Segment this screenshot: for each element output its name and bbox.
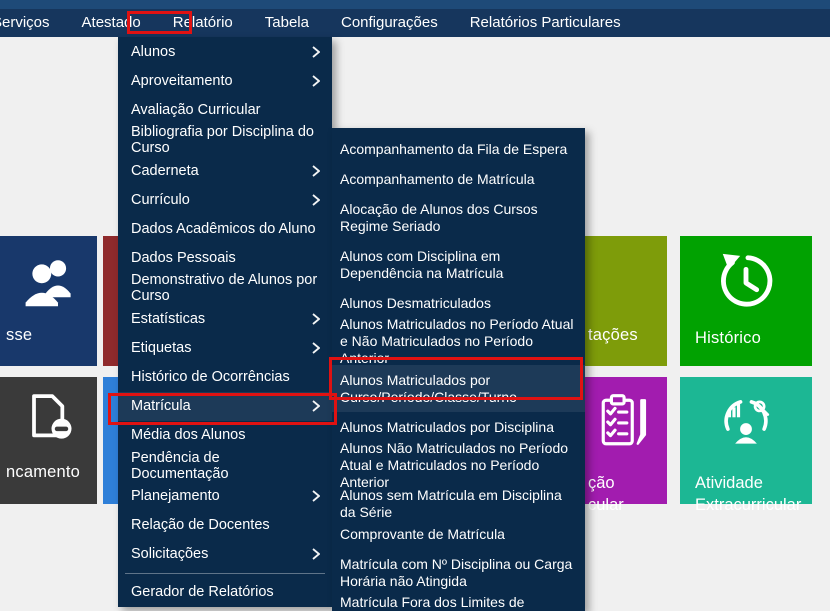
menu-item-etiquetas[interactable]: Etiquetas <box>118 334 332 363</box>
menu-item-avaliacao-curricular[interactable]: Avaliação Curricular <box>118 95 332 124</box>
menu-item-bibliografia[interactable]: Bibliografia por Disciplina do Curso <box>118 124 332 156</box>
relatorio-menu: Alunos Aproveitamento Avaliação Curricul… <box>118 37 332 607</box>
tile-avaliacao-label-line2: cular <box>588 494 624 516</box>
menu-item-matricula[interactable]: Matrícula <box>118 392 332 421</box>
submenu-item-alocacao-regime-seriado[interactable]: Alocação de Alunos dos Cursos Regime Ser… <box>332 194 585 241</box>
tile-historico-label: Histórico <box>695 329 761 348</box>
submenu-item-desmatriculados[interactable]: Alunos Desmatriculados <box>332 288 585 318</box>
menubar-item-atestado[interactable]: Atestado <box>74 9 149 37</box>
submenu-item-matriculados-atual-nao-anterior[interactable]: Alunos Matriculados no Período Atual e N… <box>332 318 585 365</box>
menu-item-curriculo[interactable]: Currículo <box>118 185 332 214</box>
submenu-item-fila-espera[interactable]: Acompanhamento da Fila de Espera <box>332 134 585 164</box>
menubar-item-relatorio[interactable]: Relatório <box>165 9 241 37</box>
chevron-right-icon <box>312 342 320 354</box>
matricula-submenu: Acompanhamento da Fila de Espera Acompan… <box>332 128 585 611</box>
chevron-right-icon <box>312 490 320 502</box>
chevron-right-icon <box>312 400 320 412</box>
menu-item-gerador-relatorios[interactable]: Gerador de Relatórios <box>118 578 332 607</box>
app-window: Serviços Atestado Relatório Tabela Confi… <box>0 0 830 611</box>
menubar-item-relatorios-particulares[interactable]: Relatórios Particulares <box>462 9 629 37</box>
tile-classe[interactable]: sse <box>0 236 97 366</box>
menu-item-alunos[interactable]: Alunos <box>118 37 332 66</box>
submenu-item-sem-matricula-serie[interactable]: Alunos sem Matrícula em Disciplina da Sé… <box>332 489 585 519</box>
menu-item-media-alunos[interactable]: Média dos Alunos <box>118 421 332 450</box>
menu-item-demonstrativo[interactable]: Demonstrativo de Alunos por Curso <box>118 272 332 304</box>
menu-item-planejamento[interactable]: Planejamento <box>118 482 332 511</box>
submenu-item-carga-horaria-nao-atingida[interactable]: Matrícula com Nº Disciplina ou Carga Hor… <box>332 549 585 596</box>
window-title-strip <box>0 0 830 9</box>
people-icon <box>20 254 78 313</box>
menubar-item-configuracoes[interactable]: Configurações <box>333 9 446 37</box>
tile-solicitacoes[interactable]: tações <box>585 236 667 366</box>
tile-classe-label: sse <box>6 326 32 345</box>
chevron-right-icon <box>312 194 320 206</box>
submenu-item-disciplina-dependencia[interactable]: Alunos com Disciplina em Dependência na … <box>332 241 585 288</box>
submenu-item-acompanhamento-matricula[interactable]: Acompanhamento de Matrícula <box>332 164 585 194</box>
tile-atividade-label-line1: Atividade <box>695 472 763 494</box>
menu-item-solicitacoes[interactable]: Solicitações <box>118 540 332 569</box>
submenu-item-matriculados-disciplina[interactable]: Alunos Matriculados por Disciplina <box>332 412 585 442</box>
chevron-right-icon <box>312 548 320 560</box>
tile-historico[interactable]: Histórico <box>680 236 812 366</box>
submenu-item-matriculados-curso-periodo-classe-turno[interactable]: Alunos Matriculados por Curso/Período/Cl… <box>332 365 585 412</box>
menu-item-aproveitamento[interactable]: Aproveitamento <box>118 66 332 95</box>
submenu-item-comprovante[interactable]: Comprovante de Matrícula <box>332 519 585 549</box>
tile-fragment-blue[interactable] <box>103 377 118 504</box>
tile-avaliacao-curricular[interactable]: ção cular <box>585 377 667 504</box>
tile-cancelamento-label: ncamento <box>6 463 80 482</box>
history-icon <box>715 250 777 317</box>
menu-item-caderneta[interactable]: Caderneta <box>118 156 332 185</box>
tile-atividade-extracurricular[interactable]: Atividade Extracurricular <box>680 377 812 504</box>
menu-item-relacao-docentes[interactable]: Relação de Docentes <box>118 511 332 540</box>
menubar-item-tabela[interactable]: Tabela <box>257 9 317 37</box>
chevron-right-icon <box>312 75 320 87</box>
chevron-right-icon <box>312 46 320 58</box>
tile-atividade-label-line2: Extracurricular <box>695 494 801 516</box>
document-minus-icon <box>22 392 76 447</box>
menu-separator <box>125 573 325 574</box>
menu-item-dados-academicos[interactable]: Dados Acadêmicos do Aluno <box>118 214 332 243</box>
menubar-item-servicos[interactable]: Serviços <box>0 9 58 37</box>
tile-solicitacoes-label: tações <box>588 326 638 345</box>
tile-cancelamento[interactable]: ncamento <box>0 377 97 504</box>
menu-item-estatisticas[interactable]: Estatísticas <box>118 304 332 333</box>
submenu-item-nao-matriculados-atual[interactable]: Alunos Não Matriculados no Período Atual… <box>332 442 585 489</box>
menu-item-pendencia[interactable]: Pendência de Documentação <box>118 450 332 482</box>
chevron-right-icon <box>312 313 320 325</box>
tile-fragment-red[interactable] <box>103 236 118 366</box>
extracurricular-icon <box>717 391 775 454</box>
tile-avaliacao-label-line1: ção <box>588 472 615 494</box>
checklist-pen-icon <box>596 393 654 456</box>
chevron-right-icon <box>312 165 320 177</box>
menu-item-dados-pessoais[interactable]: Dados Pessoais <box>118 243 332 272</box>
submenu-item-fora-limites-creditacao[interactable]: Matrícula Fora dos Limites de Creditação <box>332 596 585 611</box>
menubar: Serviços Atestado Relatório Tabela Confi… <box>0 9 830 37</box>
menu-item-historico-ocorrencias[interactable]: Histórico de Ocorrências <box>118 363 332 392</box>
